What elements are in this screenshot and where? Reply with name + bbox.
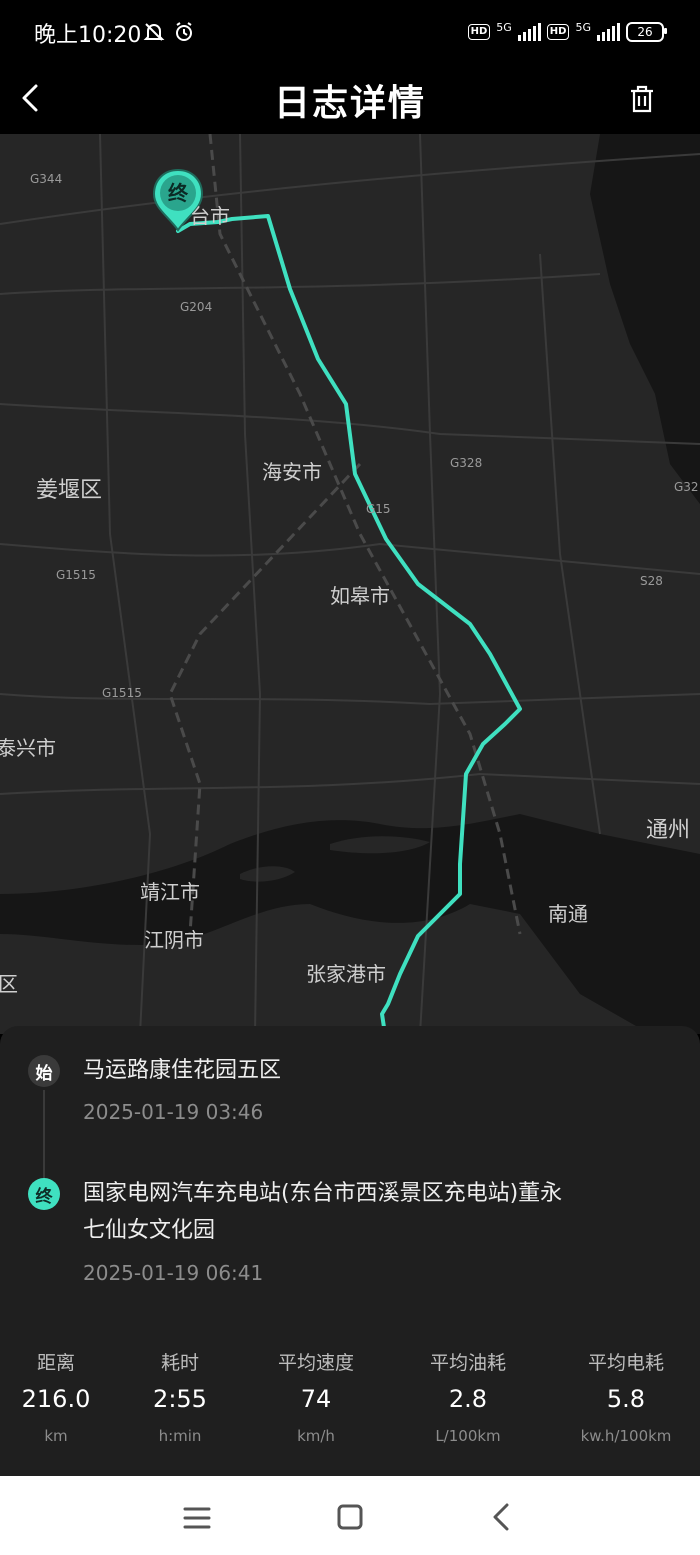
signal-icon xyxy=(517,23,541,41)
back-nav-icon[interactable] xyxy=(482,1500,522,1536)
home-icon[interactable] xyxy=(330,1500,370,1536)
stat-unit: km/h xyxy=(297,1427,335,1445)
stat-avg-fuel: 平均油耗 2.8 L/100km xyxy=(408,1348,528,1445)
map-label-jiangyan: 姜堰区 xyxy=(36,478,103,503)
signal-icon-2 xyxy=(597,23,620,41)
status-time: 晚上10:20 xyxy=(34,23,142,48)
map-label-nantong: 南通 xyxy=(548,902,588,926)
stat-unit: L/100km xyxy=(435,1427,501,1445)
page-title: 日志详情 xyxy=(273,83,426,124)
map-label-taixing: 泰兴市 xyxy=(0,736,56,760)
mute-bell-icon xyxy=(143,22,165,41)
stat-value: 216.0 xyxy=(21,1385,91,1413)
end-place-line2: 七仙女文化园 xyxy=(83,1218,216,1243)
map-label-rugao: 如皋市 xyxy=(330,584,390,608)
stat-unit: h:min xyxy=(158,1427,202,1445)
stat-distance: 距离 216.0 km xyxy=(0,1348,112,1445)
map-label-jingjiang: 靖江市 xyxy=(140,880,200,904)
route-map[interactable]: 终 台市 海安市 姜堰区 如皋市 泰兴市 通州 靖江市 江阴市 南通 张家港市 … xyxy=(0,134,700,1034)
battery-icon: 26 xyxy=(626,22,667,42)
road-label-g32: G32 xyxy=(674,480,699,494)
map-label-tongzhou: 通州 xyxy=(646,818,691,843)
map-label-haian: 海安市 xyxy=(262,460,322,484)
map-label-qu-edge: 区 xyxy=(0,972,18,996)
hd-badge-2: HD xyxy=(546,24,570,40)
start-place: 马运路康佳花园五区 xyxy=(83,1058,282,1083)
system-nav-bar xyxy=(0,1476,700,1555)
stat-value: 5.8 xyxy=(606,1385,646,1413)
stat-value: 2:55 xyxy=(153,1385,207,1413)
stat-label: 平均速度 xyxy=(277,1352,354,1374)
stat-label: 平均电耗 xyxy=(587,1352,664,1374)
start-badge: 始 xyxy=(28,1055,60,1087)
road-label-g344: G344 xyxy=(30,172,63,186)
stat-value: 2.8 xyxy=(448,1385,488,1413)
battery-level: 26 xyxy=(637,25,653,39)
road-label-g1515-b: G1515 xyxy=(102,686,142,700)
stat-avg-speed: 平均速度 74 km/h xyxy=(256,1348,376,1445)
map-label-dongtai: 台市 xyxy=(190,204,230,228)
alarm-clock-icon xyxy=(176,21,193,41)
network-label-2: 5G xyxy=(575,20,591,34)
road-label-s28: S28 xyxy=(640,574,663,588)
stat-avg-electric: 平均电耗 5.8 kw.h/100km xyxy=(560,1348,692,1445)
end-datetime: 2025-01-19 06:41 xyxy=(83,1261,264,1285)
timeline-connector xyxy=(43,1090,45,1190)
stat-duration: 耗时 2:55 h:min xyxy=(120,1348,240,1445)
end-place-line1: 国家电网汽车充电站(东台市西溪景区充电站)董永 xyxy=(83,1181,563,1206)
stat-unit: kw.h/100km xyxy=(580,1427,672,1445)
stat-label: 耗时 xyxy=(160,1352,199,1374)
map-label-jiangyin: 江阴市 xyxy=(144,928,204,952)
end-badge: 终 xyxy=(28,1178,60,1210)
status-left-icons xyxy=(142,18,196,44)
title-bar: 日志详情 xyxy=(0,64,700,134)
network-label-1: 5G xyxy=(496,20,512,34)
start-datetime: 2025-01-19 03:46 xyxy=(83,1100,264,1124)
status-right-icons: HD 5G HD 5G 26 xyxy=(467,20,667,44)
map-label-zhangjiagang: 张家港市 xyxy=(306,962,386,986)
road-label-g1515-a: G1515 xyxy=(56,568,96,582)
road-label-g204: G204 xyxy=(180,300,213,314)
stat-unit: km xyxy=(44,1427,68,1445)
status-bar: 晚上10:20 HD 5G HD 5G 26 xyxy=(0,0,700,64)
road-label-g15: G15 xyxy=(366,502,391,516)
stat-label: 平均油耗 xyxy=(429,1352,506,1374)
road-label-g328: G328 xyxy=(450,456,483,470)
menu-icon[interactable] xyxy=(177,1500,217,1536)
hd-badge: HD xyxy=(467,24,491,40)
stat-label: 距离 xyxy=(36,1352,75,1374)
trash-icon[interactable] xyxy=(628,84,656,114)
stat-value: 74 xyxy=(300,1385,332,1413)
